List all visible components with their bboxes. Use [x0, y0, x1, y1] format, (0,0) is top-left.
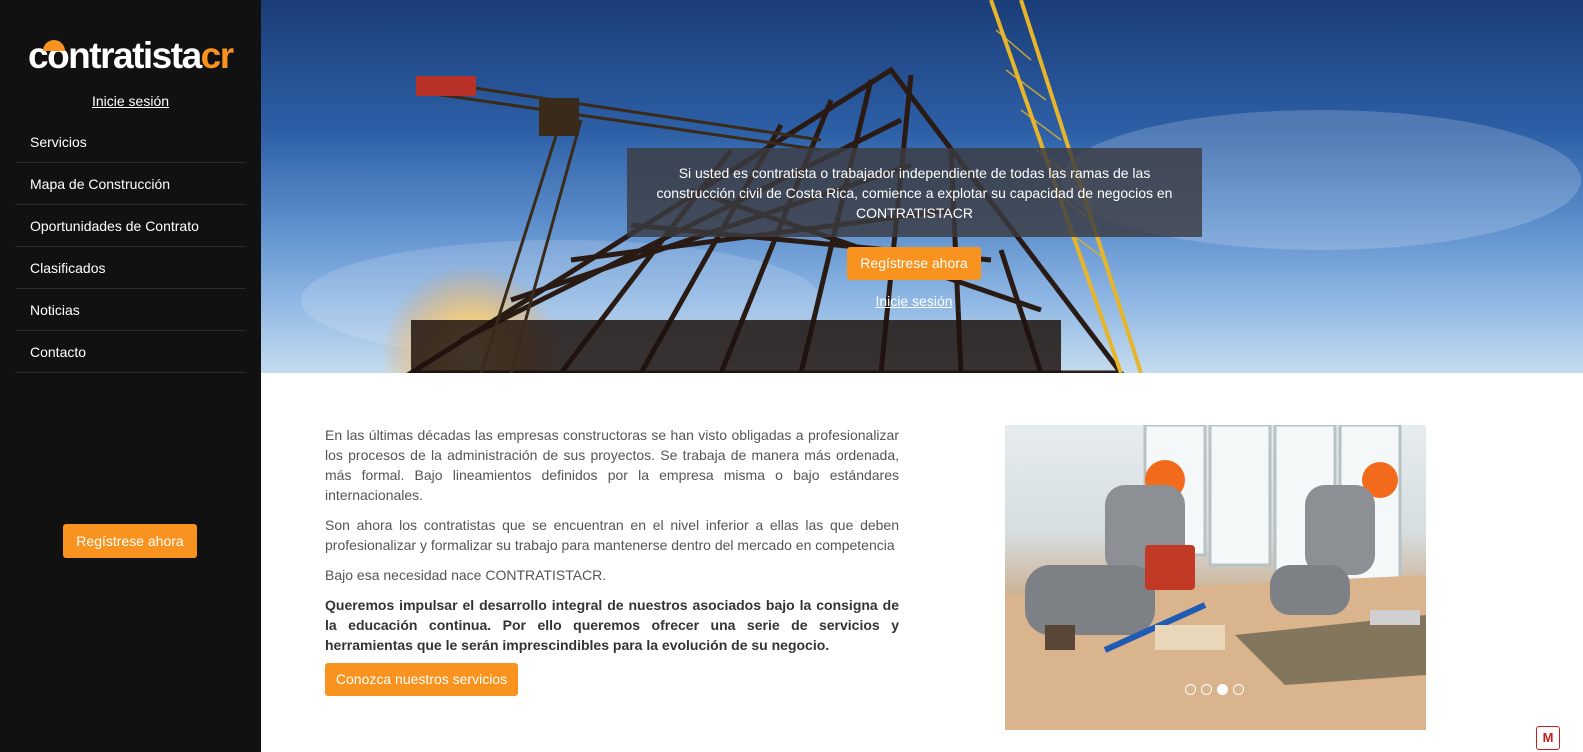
- sidebar-item-oportunidades[interactable]: Oportunidades de Contrato: [15, 205, 246, 247]
- sidebar: contratistacr Inicie sesión Servicios Ma…: [0, 0, 261, 752]
- carousel-dot-2[interactable]: [1201, 684, 1212, 695]
- sidebar-item-contacto[interactable]: Contacto: [15, 331, 246, 373]
- security-badge-icon[interactable]: M: [1536, 726, 1560, 750]
- sidebar-item-noticias[interactable]: Noticias: [15, 289, 246, 331]
- hero-banner: Si usted es contratista o trabajador ind…: [261, 0, 1583, 373]
- services-button[interactable]: Conozca nuestros servicios: [325, 663, 518, 696]
- about-text: En las últimas décadas las empresas cons…: [325, 425, 899, 665]
- sidebar-item-mapa[interactable]: Mapa de Construcción: [15, 163, 246, 205]
- sidebar-menu: Servicios Mapa de Construcción Oportunid…: [15, 121, 246, 373]
- hero-register-button[interactable]: Regístrese ahora: [847, 247, 981, 280]
- logo[interactable]: contratistacr: [28, 36, 238, 76]
- sidebar-register-button[interactable]: Regístrese ahora: [63, 524, 197, 558]
- sidebar-item-servicios[interactable]: Servicios: [15, 121, 246, 163]
- hero-message: Si usted es contratista o trabajador ind…: [627, 148, 1202, 237]
- sidebar-login-link[interactable]: Inicie sesión: [0, 93, 261, 109]
- about-paragraph: En las últimas décadas las empresas cons…: [325, 427, 899, 503]
- carousel-dot-3[interactable]: [1217, 684, 1228, 695]
- hero-login-link[interactable]: Inicie sesión: [827, 293, 1001, 309]
- about-paragraph: Son ahora los contratistas que se encuen…: [325, 517, 899, 553]
- logo-suffix: cr: [200, 35, 234, 76]
- mission-statement: Queremos impulsar el desarrollo integral…: [325, 597, 899, 653]
- carousel-indicators: [1185, 684, 1255, 696]
- sidebar-item-clasificados[interactable]: Clasificados: [15, 247, 246, 289]
- about-paragraph: Bajo esa necesidad nace CONTRATISTACR.: [325, 567, 607, 583]
- carousel-dot-4[interactable]: [1233, 684, 1244, 695]
- carousel-dot-1[interactable]: [1185, 684, 1196, 695]
